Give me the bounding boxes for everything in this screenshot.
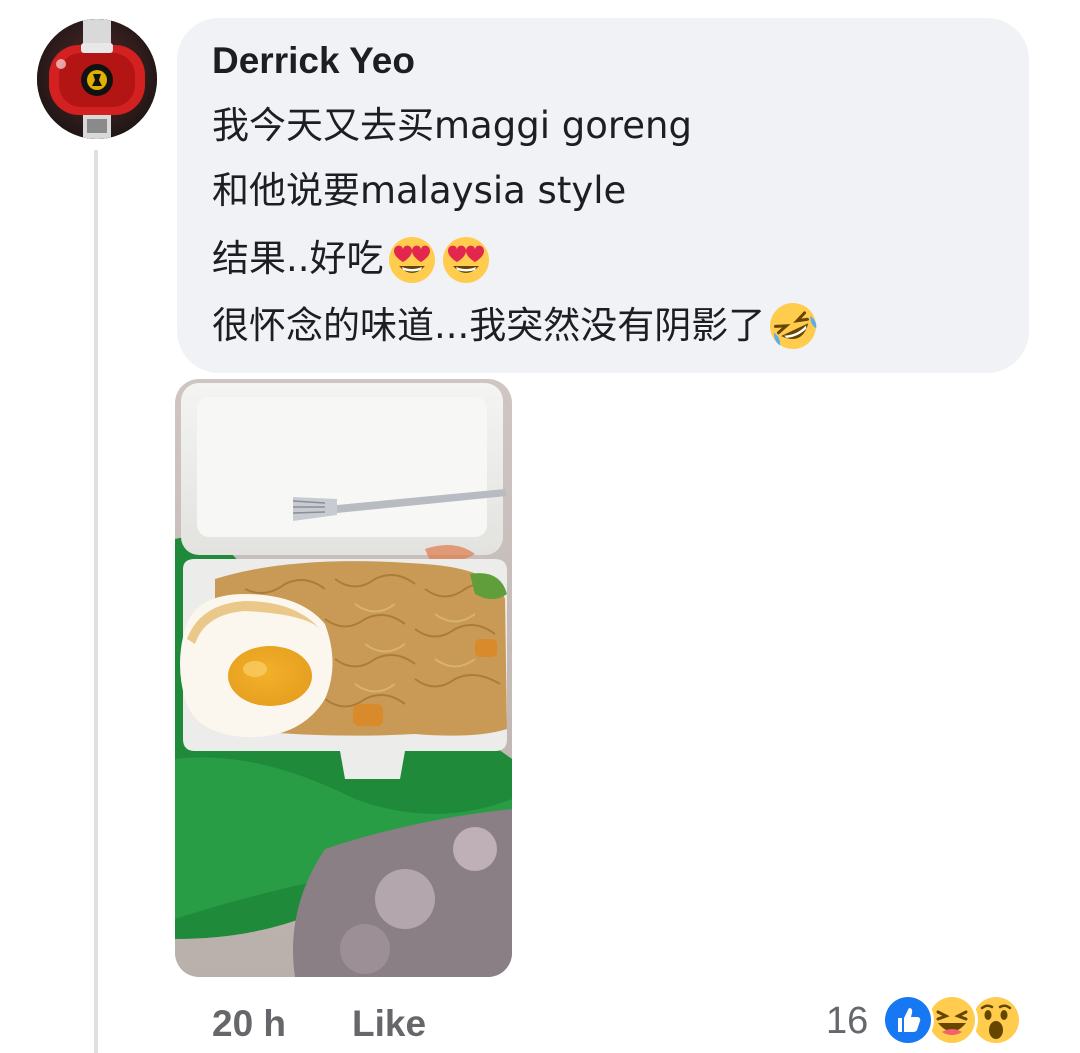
reaction-summary[interactable] xyxy=(880,992,1040,1048)
comment-text: 我今天又去买maggi goreng xyxy=(212,104,692,147)
comment-text: 结果..好吃 xyxy=(212,237,384,280)
comment-text: 和他说要malaysia style xyxy=(212,169,627,212)
comment-line: 我今天又去买maggi goreng xyxy=(212,102,692,150)
like-button[interactable]: Like xyxy=(352,1003,426,1045)
comment-text: 很怀念的味道...我突然没有阴影了 xyxy=(212,304,766,347)
reaction-count[interactable]: 16 xyxy=(826,1000,868,1043)
comment-line: 很怀念的味道...我突然没有阴影了 xyxy=(212,300,819,352)
attached-food-photo[interactable] xyxy=(175,379,512,977)
comment-line: 结果..好吃 xyxy=(212,233,492,285)
thread-line xyxy=(94,150,98,1053)
comment-line: 和他说要malaysia style xyxy=(212,167,626,215)
heart-eyes-emoji xyxy=(442,237,489,283)
heart-eyes-emoji xyxy=(388,237,435,283)
avatar[interactable] xyxy=(37,19,157,139)
like-reaction-icon xyxy=(882,994,934,1046)
comment-timestamp[interactable]: 20 h xyxy=(212,1003,286,1045)
comment-author[interactable]: Derrick Yeo xyxy=(212,40,415,82)
rolling-laughing-emoji xyxy=(770,303,817,349)
